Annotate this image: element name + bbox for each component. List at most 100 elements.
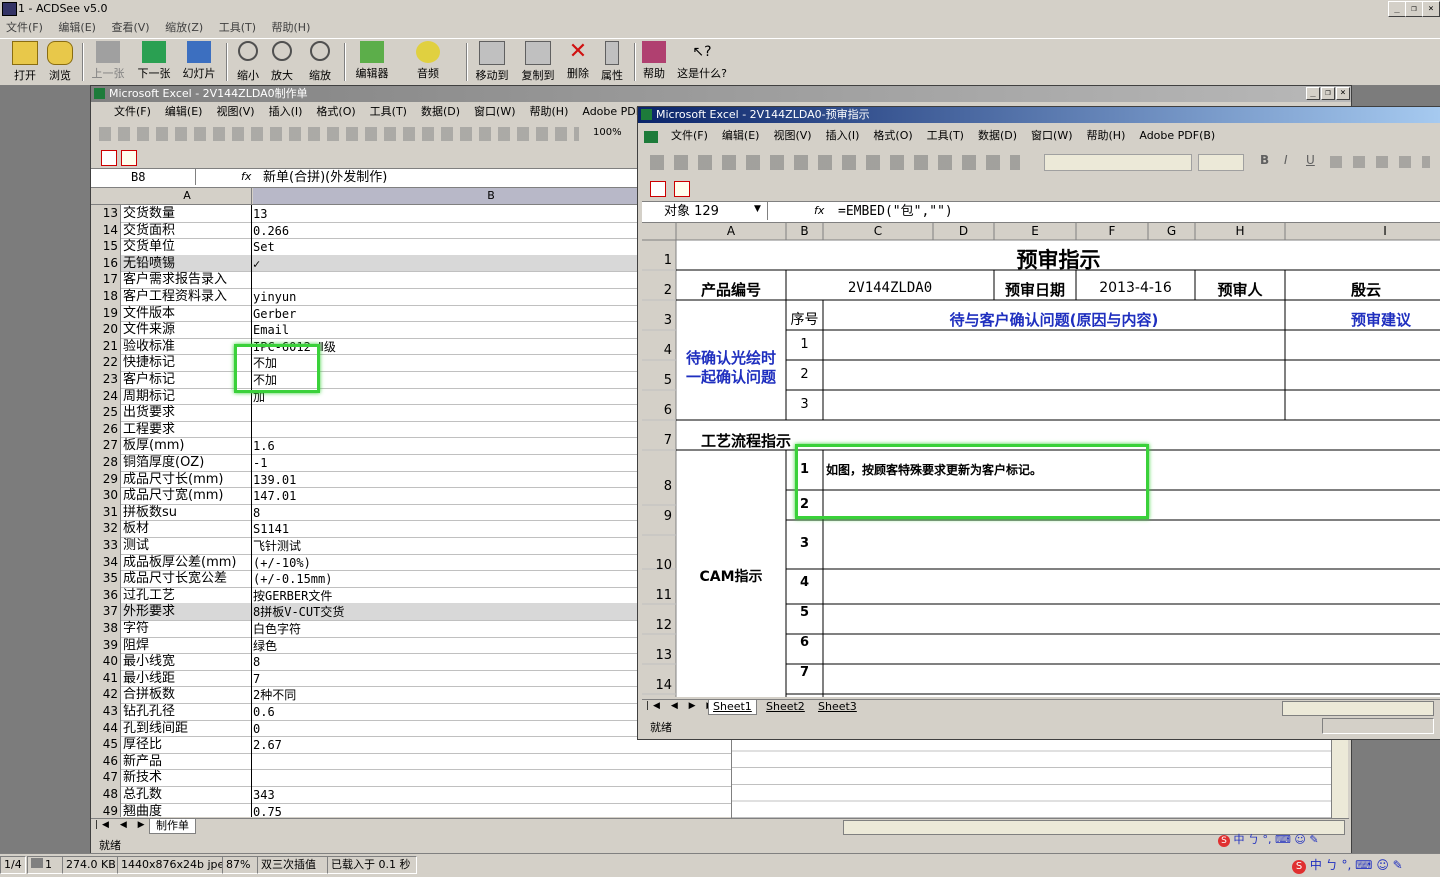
excel2-menu-data[interactable]: 数据(D)	[978, 129, 1017, 142]
product-code-value[interactable]: 2V144ZLDA0	[786, 280, 994, 296]
menu-view[interactable]: 查看(V)	[111, 21, 149, 34]
row-header[interactable]: 13	[91, 205, 121, 222]
col-header-f[interactable]: F	[1076, 224, 1148, 238]
ime-phonetic-mode[interactable]: ㄅ	[1326, 858, 1338, 872]
user-icon[interactable]: ☺	[1376, 858, 1389, 872]
row-header[interactable]: 39	[91, 636, 121, 654]
excel2-menu-file[interactable]: 文件(F)	[671, 129, 708, 142]
row-header[interactable]: 16	[91, 254, 121, 272]
ime-punctuation-mode[interactable]: °,	[1342, 858, 1352, 872]
ime-bar-excel[interactable]: S 中 ㄅ °, ⌨ ☺ ✎	[1218, 831, 1343, 847]
row-header[interactable]: 38	[91, 620, 121, 637]
previous-button[interactable]: 上一张	[88, 41, 128, 81]
col-header-c[interactable]: C	[823, 224, 933, 238]
pdf-email-icon[interactable]	[121, 150, 137, 166]
next-button[interactable]: 下一张	[134, 41, 174, 81]
row-header[interactable]: 13	[642, 648, 672, 663]
cell-a[interactable]: 交货单位	[123, 238, 251, 255]
excel1-menu-format[interactable]: 格式(O)	[316, 105, 355, 118]
row-header[interactable]: 49	[91, 802, 121, 817]
cell-a[interactable]: 最小线距	[123, 670, 251, 687]
menu-zoom[interactable]: 缩放(Z)	[165, 21, 203, 34]
sheet-tab-1[interactable]: Sheet1	[708, 700, 757, 715]
col-header-e[interactable]: E	[994, 224, 1076, 238]
excel2-menu-help[interactable]: 帮助(H)	[1087, 129, 1126, 142]
menu-help[interactable]: 帮助(H)	[272, 21, 311, 34]
underline-button[interactable]: U	[1306, 153, 1315, 167]
open-button[interactable]: 打开	[10, 41, 40, 83]
cell-a[interactable]: 拼板数su	[123, 504, 251, 521]
row-header[interactable]: 30	[91, 487, 121, 504]
menu-edit[interactable]: 编辑(E)	[58, 21, 96, 34]
row-header[interactable]: 45	[91, 736, 121, 753]
cell-a[interactable]: 最小线宽	[123, 653, 251, 670]
row-header[interactable]: 35	[91, 570, 121, 587]
cell-b[interactable]: 7	[253, 670, 638, 688]
slideshow-button[interactable]: 幻灯片	[178, 41, 220, 81]
cam-instruction-label[interactable]: CAM指示	[676, 566, 786, 586]
pending-seq-3[interactable]: 3	[786, 397, 823, 412]
cell-b[interactable]: 8	[253, 653, 638, 671]
row-header[interactable]: 19	[91, 304, 121, 322]
ime-phonetic-mode[interactable]: ㄅ	[1248, 833, 1259, 846]
cell-a[interactable]: 铜箔厚度(OZ)	[123, 454, 251, 471]
keyboard-icon[interactable]: ⌨	[1275, 833, 1291, 846]
row-header[interactable]: 14	[91, 221, 121, 239]
cell-a[interactable]: 板材	[123, 520, 251, 537]
row-header[interactable]: 14	[642, 678, 672, 693]
row-header[interactable]: 18	[91, 288, 121, 305]
browse-button[interactable]: 浏览	[44, 41, 76, 83]
review-date-value[interactable]: 2013-4-16	[1076, 280, 1195, 296]
editor-button[interactable]: 编辑器	[350, 41, 394, 81]
excel1-vertical-scrollbar[interactable]	[1331, 738, 1348, 818]
row-header[interactable]: 33	[91, 537, 121, 554]
excel1-minimize-button[interactable]: _	[1306, 87, 1320, 100]
cell-b[interactable]: 白色字符	[253, 620, 638, 638]
excel1-menu-view[interactable]: 视图(V)	[216, 105, 254, 118]
excel2-menu-view[interactable]: 视图(V)	[773, 129, 811, 142]
name-box-dropdown-icon[interactable]: ▼	[754, 204, 761, 214]
menu-file[interactable]: 文件(F)	[6, 21, 43, 34]
cell-a[interactable]: 阻焊	[123, 637, 251, 654]
move-to-button[interactable]: 移动到	[470, 41, 514, 83]
excel1-menu-file[interactable]: 文件(F)	[114, 105, 151, 118]
cell-b[interactable]: 0.75	[253, 803, 638, 817]
cell-a[interactable]: 验收标准	[123, 338, 251, 355]
sequence-header[interactable]: 序号	[786, 309, 823, 329]
sheet-title[interactable]: 预审指示	[676, 244, 1440, 274]
whats-this-button[interactable]: ↖? 这是什么?	[674, 41, 730, 81]
row-header[interactable]: 31	[91, 503, 121, 521]
excel2-menu-insert[interactable]: 插入(I)	[826, 129, 860, 142]
cell-b[interactable]: Gerber	[253, 305, 638, 323]
minimize-button[interactable]: _	[1388, 1, 1406, 17]
pdf-email-icon[interactable]	[674, 181, 690, 197]
excel2-menu-tools[interactable]: 工具(T)	[927, 129, 964, 142]
pending-confirm-label[interactable]: 待确认光绘时	[676, 347, 786, 368]
pdf-icon[interactable]	[101, 150, 117, 166]
pending-seq-2[interactable]: 2	[786, 367, 823, 382]
help-button[interactable]: 帮助	[638, 41, 670, 81]
reviewer-label[interactable]: 预审人	[1195, 279, 1285, 300]
keyboard-icon[interactable]: ⌨	[1355, 858, 1372, 872]
cell-b[interactable]: 绿色	[253, 637, 638, 655]
excel1-menu-data[interactable]: 数据(D)	[421, 105, 460, 118]
row-header[interactable]: 46	[91, 752, 121, 770]
excel1-name-box[interactable]: B8	[91, 169, 196, 185]
row-header[interactable]: 41	[91, 669, 121, 687]
cell-b[interactable]: yinyun	[253, 288, 638, 306]
cell-a[interactable]: 新产品	[123, 753, 251, 770]
excel1-menu-tools[interactable]: 工具(T)	[370, 105, 407, 118]
cell-a[interactable]: 厚径比	[123, 736, 251, 753]
zoom-in-button[interactable]: 放大	[266, 41, 298, 83]
excel1-close-button[interactable]: ×	[1336, 87, 1350, 100]
cell-b[interactable]: (+/-0.15mm)	[253, 570, 638, 588]
cell-b[interactable]: 343	[253, 786, 638, 804]
menu-tools[interactable]: 工具(T)	[219, 21, 256, 34]
row-header[interactable]: 5	[642, 373, 672, 388]
col-header-a[interactable]: A	[676, 224, 786, 238]
excel2-horizontal-scrollbar[interactable]	[1282, 701, 1434, 716]
cam-seq-7[interactable]: 7	[786, 665, 823, 680]
row-header[interactable]: 7	[642, 433, 672, 448]
row-header[interactable]: 26	[91, 420, 121, 438]
col-header-d[interactable]: D	[933, 224, 994, 238]
